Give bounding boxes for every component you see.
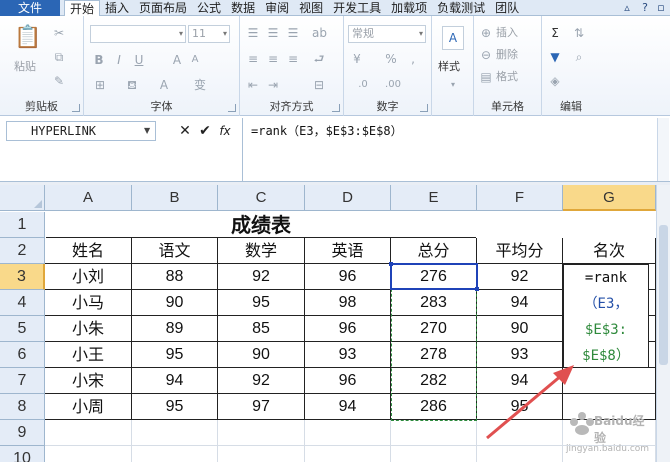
watermark-url: jingyan.baidu.com [566,444,650,454]
watermark-brand: Baidu经验 [594,414,645,445]
baidu-watermark: Baidu经验 jingyan.baidu.com [560,400,656,460]
annotation-arrow-icon [486,365,574,440]
